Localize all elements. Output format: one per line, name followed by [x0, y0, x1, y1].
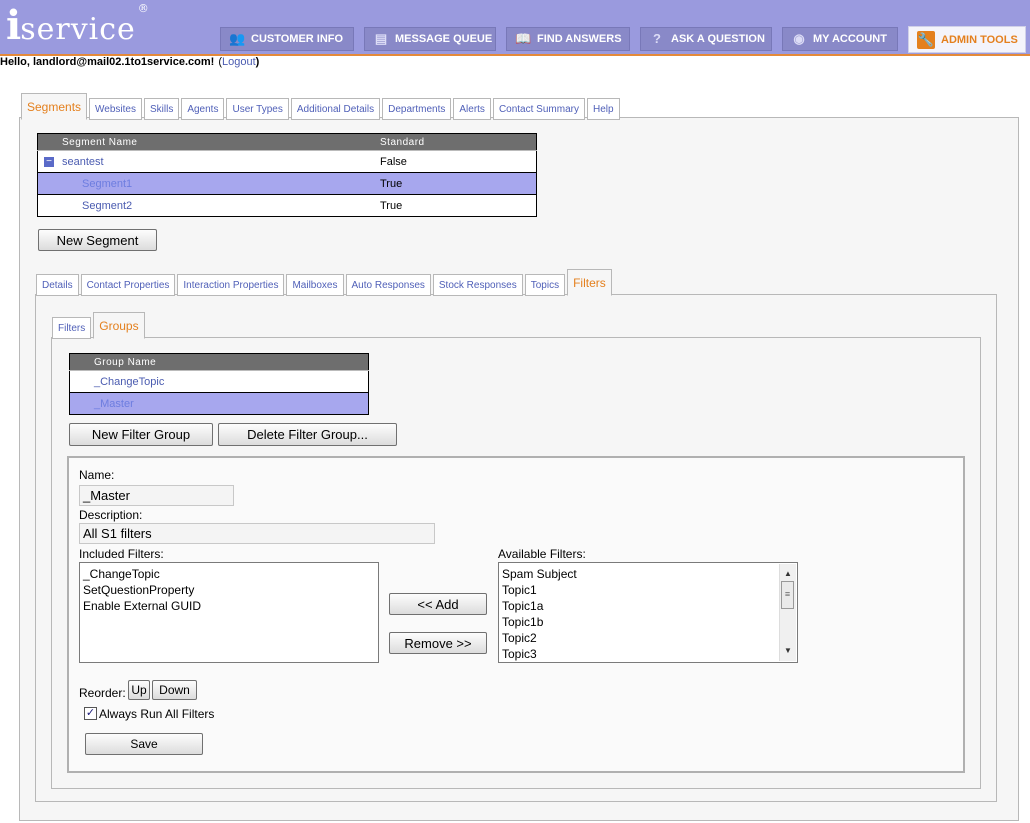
table-row-selected[interactable]: _Master [69, 392, 369, 415]
question-icon: ? [653, 31, 661, 46]
scroll-thumb[interactable]: ≡ [781, 581, 794, 609]
available-filters-label: Available Filters: [498, 547, 586, 561]
tab-skills[interactable]: Skills [143, 98, 180, 120]
remove-button[interactable]: Remove >> [389, 632, 487, 654]
segments-table: Segment Name Standard − seantest False Se… [37, 133, 537, 217]
collapse-icon[interactable]: − [44, 156, 54, 167]
new-segment-button[interactable]: New Segment [38, 229, 157, 251]
list-item[interactable]: Topic1 [502, 582, 794, 598]
table-row[interactable]: _ChangeTopic [69, 370, 369, 393]
segment-name[interactable]: Segment2 [82, 200, 132, 212]
groups-table: Group Name _ChangeTopic _Master [69, 353, 369, 415]
nav-my-account[interactable]: ◉ MY ACCOUNT [782, 27, 898, 51]
tab-segments[interactable]: Segments [21, 93, 88, 120]
segment-tabs: Details Contact Properties Interaction P… [36, 269, 612, 296]
tab-details[interactable]: Details [36, 274, 79, 296]
filter-tabs: Filters Groups [52, 312, 145, 339]
tab-groups[interactable]: Groups [93, 312, 145, 339]
move-up-button[interactable]: Up [128, 680, 150, 700]
available-filters-list[interactable]: Spam Subject Topic1 Topic1a Topic1b Topi… [498, 562, 798, 663]
table-header: Group Name [69, 353, 369, 371]
column-header-standard: Standard [356, 133, 537, 151]
nav-admin-tools[interactable]: 🔧 ADMIN TOOLS [908, 26, 1026, 53]
tab-departments[interactable]: Departments [382, 98, 452, 120]
main-tabs: Segments Websites Skills Agents User Typ… [21, 93, 620, 120]
segment-name[interactable]: seantest [62, 156, 104, 168]
segment-standard: False [356, 150, 537, 173]
list-item[interactable]: Topic1a [502, 598, 794, 614]
name-field[interactable]: _Master [79, 485, 234, 506]
scrollbar[interactable]: ▲ ≡ ▼ [779, 564, 796, 661]
table-row-selected[interactable]: Segment1 True [37, 172, 537, 195]
nav-find-answers[interactable]: 📖 FIND ANSWERS [506, 27, 630, 51]
tab-mailboxes[interactable]: Mailboxes [286, 274, 344, 296]
tab-contact-summary[interactable]: Contact Summary [492, 98, 585, 120]
description-label: Description: [79, 508, 143, 522]
wrench-icon: 🔧 [917, 30, 935, 49]
group-name[interactable]: _Master [94, 398, 134, 410]
always-run-checkbox[interactable]: ✓ [84, 707, 97, 720]
column-header-group-name: Group Name [69, 353, 369, 371]
scroll-down-icon[interactable]: ▼ [780, 643, 796, 659]
segment-name[interactable]: Segment1 [82, 178, 132, 190]
app-header: iservice® 👥 CUSTOMER INFO ▤ MESSAGE QUEUE … [0, 0, 1030, 56]
list-item[interactable]: Topic1b [502, 614, 794, 630]
included-filters-label: Included Filters: [79, 547, 164, 561]
save-button[interactable]: Save [85, 733, 203, 755]
tab-stock-responses[interactable]: Stock Responses [432, 274, 523, 296]
list-item[interactable]: Spam Subject [502, 566, 794, 582]
logout-link[interactable]: Logout [222, 56, 256, 68]
segment-standard: True [356, 172, 537, 195]
nav-message-queue[interactable]: ▤ MESSAGE QUEUE [364, 27, 496, 51]
group-name[interactable]: _ChangeTopic [94, 376, 164, 388]
name-label: Name: [79, 468, 115, 482]
always-run-label: Always Run All Filters [99, 707, 215, 721]
list-item[interactable]: Enable External GUID [83, 598, 375, 614]
list-item[interactable]: Topic2 [502, 630, 794, 646]
book-icon: 📖 [515, 31, 532, 46]
tab-filters[interactable]: Filters [567, 269, 612, 296]
delete-filter-group-button[interactable]: Delete Filter Group... [218, 423, 397, 446]
reorder-label: Reorder: [79, 686, 126, 700]
tab-interaction-properties[interactable]: Interaction Properties [177, 274, 285, 296]
tab-additional-details[interactable]: Additional Details [290, 98, 381, 120]
table-row[interactable]: − seantest False [37, 150, 537, 173]
tab-topics[interactable]: Topics [524, 274, 566, 296]
add-button[interactable]: << Add [389, 593, 487, 615]
tab-websites[interactable]: Websites [89, 98, 142, 120]
segment-standard: True [356, 194, 537, 217]
included-filters-list[interactable]: _ChangeTopic SetQuestionProperty Enable … [79, 562, 379, 663]
table-row[interactable]: Segment2 True [37, 194, 537, 217]
list-item[interactable]: _ChangeTopic [83, 566, 375, 582]
tab-contact-properties[interactable]: Contact Properties [80, 274, 176, 296]
list-item[interactable]: SetQuestionProperty [83, 582, 375, 598]
iservice-logo[interactable]: iservice® [6, 2, 150, 49]
nav-ask-a-question[interactable]: ? ASK A QUESTION [640, 27, 772, 51]
tab-user-types[interactable]: User Types [226, 98, 289, 120]
new-filter-group-button[interactable]: New Filter Group [69, 423, 213, 446]
tab-alerts[interactable]: Alerts [453, 98, 491, 120]
people-icon: 👥 [229, 31, 246, 46]
tab-help[interactable]: Help [586, 98, 620, 120]
list-item[interactable]: Topic3 [502, 646, 794, 662]
tab-filters-sub[interactable]: Filters [52, 317, 92, 339]
tab-auto-responses[interactable]: Auto Responses [345, 274, 431, 296]
move-down-button[interactable]: Down [152, 680, 197, 700]
greeting: Hello, landlord@mail02.1to1service.com!(… [0, 56, 260, 68]
nav-customer-info[interactable]: 👥 CUSTOMER INFO [220, 27, 354, 51]
description-field[interactable]: All S1 filters [79, 523, 435, 544]
eye-icon: ◉ [793, 31, 805, 46]
scroll-up-icon[interactable]: ▲ [780, 566, 796, 582]
table-header: Segment Name Standard [37, 133, 537, 151]
document-icon: ▤ [374, 31, 388, 46]
tab-agents[interactable]: Agents [181, 98, 225, 120]
column-header-segment-name: Segment Name [37, 133, 356, 151]
